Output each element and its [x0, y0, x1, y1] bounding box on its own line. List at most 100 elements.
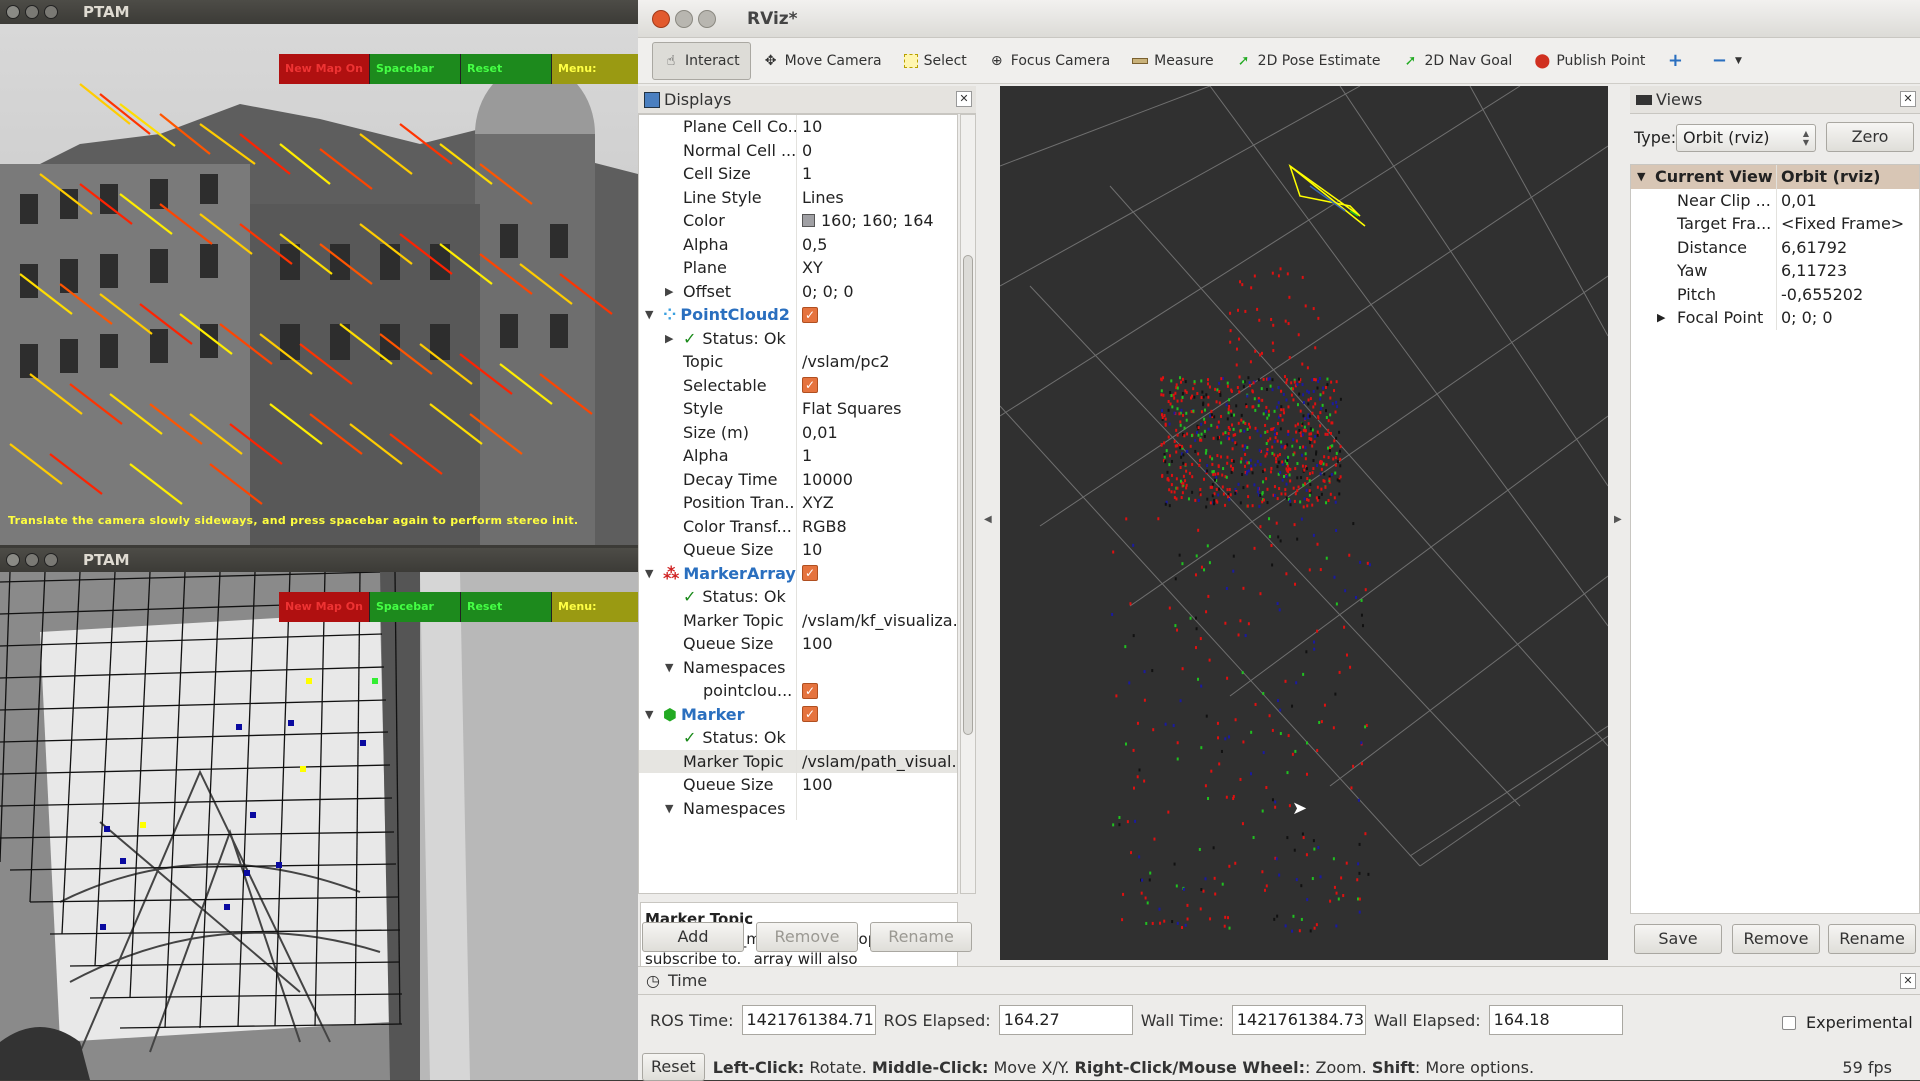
move-camera-tool-button[interactable]: ✥ Move Camera	[753, 42, 892, 80]
menu-button[interactable]: Menu:	[552, 54, 638, 84]
property-value[interactable]: 0,01	[797, 423, 957, 442]
view-property-row[interactable]: Near Clip ... 0,01	[1631, 188, 1919, 212]
property-value[interactable]: 100	[797, 775, 957, 794]
view-property-row[interactable]: ▶ Focal Point 0; 0; 0	[1631, 306, 1919, 330]
property-value[interactable]: XYZ	[797, 493, 957, 512]
tree-row-selected[interactable]: Marker Topic/vslam/path_visual...	[639, 749, 957, 773]
property-value[interactable]: <Fixed Frame>	[1777, 214, 1919, 233]
tree-row[interactable]: Color 160; 160; 164	[639, 209, 957, 233]
tree-row[interactable]: Selectable ✓	[639, 373, 957, 397]
minimize-window-button[interactable]	[675, 9, 693, 28]
view-property-row[interactable]: Pitch -0,655202	[1631, 282, 1919, 306]
close-window-button[interactable]	[6, 553, 20, 567]
property-value[interactable]: 1	[797, 164, 957, 183]
left-splitter-handle[interactable]: ◀	[982, 86, 996, 960]
expand-arrow-icon[interactable]: ▶	[665, 332, 673, 345]
property-value[interactable]: 0; 0; 0	[1777, 308, 1919, 327]
tree-row[interactable]: ▶ Offset 0; 0; 0	[639, 279, 957, 303]
property-value[interactable]: 10	[797, 540, 957, 559]
property-value[interactable]: 6,11723	[1777, 261, 1919, 280]
view-property-row[interactable]: Target Fra... <Fixed Frame>	[1631, 212, 1919, 236]
tree-row[interactable]: Plane Cell Co... 10	[639, 115, 957, 139]
nav-goal-tool-button[interactable]: ➚ 2D Nav Goal	[1393, 42, 1523, 80]
property-value[interactable]: 10	[797, 117, 957, 136]
publish-point-tool-button[interactable]: ⬤ Publish Point	[1524, 42, 1655, 80]
property-value[interactable]: 0,5	[797, 235, 957, 254]
property-value[interactable]: XY	[797, 258, 957, 277]
displays-scrollbar[interactable]	[960, 114, 976, 894]
remove-display-button[interactable]: Remove	[756, 922, 858, 952]
tree-row[interactable]: Color Transf... RGB8	[639, 514, 957, 538]
remove-tool-button[interactable]: − ▼	[1701, 42, 1759, 80]
spacebar-button[interactable]: Spacebar	[370, 592, 461, 622]
enabled-checkbox[interactable]: ✓	[797, 306, 957, 323]
tree-row[interactable]: Alpha 1	[639, 444, 957, 468]
expand-arrow-icon[interactable]: ▶	[1657, 311, 1665, 324]
ros-time-field[interactable]: 1421761384.71	[741, 1005, 876, 1035]
tree-row[interactable]: Queue Size 100	[639, 773, 957, 797]
tree-row[interactable]: Decay Time 10000	[639, 467, 957, 491]
add-tool-button[interactable]: +	[1657, 42, 1699, 80]
tree-row[interactable]: ▼ Namespaces	[639, 655, 957, 679]
close-icon[interactable]: ✕	[1900, 973, 1916, 989]
tree-row[interactable]: Line Style Lines	[639, 185, 957, 209]
tree-row[interactable]: Plane XY	[639, 256, 957, 280]
property-value[interactable]: 0; 0; 0	[797, 282, 957, 301]
tree-row[interactable]: Style Flat Squares	[639, 397, 957, 421]
wall-elapsed-field[interactable]: 164.18	[1488, 1005, 1623, 1035]
view-property-row[interactable]: Distance 6,61792	[1631, 235, 1919, 259]
property-value[interactable]: 160; 160; 164	[797, 211, 957, 230]
property-value[interactable]: /vslam/pc2	[797, 352, 957, 371]
reset-button[interactable]: Reset	[642, 1053, 705, 1081]
current-view-row[interactable]: ▼ Current View Orbit (rviz)	[1631, 165, 1919, 189]
collapse-arrow-icon[interactable]: ▼	[645, 308, 653, 321]
minimize-window-button[interactable]	[25, 553, 39, 567]
right-splitter-handle[interactable]: ▶	[1612, 86, 1626, 960]
tree-row[interactable]: Size (m) 0,01	[639, 420, 957, 444]
property-value[interactable]: /vslam/kf_visualiza...	[797, 611, 957, 630]
namespace-checkbox[interactable]: ✓	[797, 682, 957, 699]
tree-row[interactable]: ✓ Status: Ok	[639, 585, 957, 609]
remove-view-button[interactable]: Remove	[1732, 924, 1820, 954]
display-markerarray[interactable]: ▼ ⁂ MarkerArray ✓	[639, 561, 957, 585]
minimize-window-button[interactable]	[25, 5, 39, 19]
property-value[interactable]: 0,01	[1777, 191, 1919, 210]
maximize-window-button[interactable]	[698, 9, 716, 28]
reset-button[interactable]: Reset	[461, 592, 552, 622]
rename-display-button[interactable]: Rename	[870, 922, 972, 952]
selectable-checkbox[interactable]: ✓	[797, 377, 957, 394]
rename-view-button[interactable]: Rename	[1828, 924, 1916, 954]
maximize-window-button[interactable]	[44, 5, 58, 19]
maximize-window-button[interactable]	[44, 553, 58, 567]
enabled-checkbox[interactable]: ✓	[797, 706, 957, 723]
collapse-arrow-icon[interactable]: ▼	[1637, 170, 1645, 183]
scrollbar-thumb[interactable]	[963, 255, 973, 735]
property-value[interactable]: -0,655202	[1777, 285, 1919, 304]
tree-row[interactable]: Normal Cell ... 0	[639, 138, 957, 162]
spacebar-button[interactable]: Spacebar	[370, 54, 461, 84]
add-display-button[interactable]: Add	[642, 922, 744, 952]
property-value[interactable]: 100	[797, 634, 957, 653]
property-value[interactable]: 10000	[797, 470, 957, 489]
zero-view-button[interactable]: Zero	[1826, 122, 1914, 152]
close-window-button[interactable]	[6, 5, 20, 19]
ptam-camera-view[interactable]: New Map On Spacebar Reset Menu: Translat…	[0, 24, 638, 545]
close-icon[interactable]: ✕	[956, 91, 972, 107]
collapse-arrow-icon[interactable]: ▼	[645, 567, 653, 580]
3d-render-view[interactable]: ➤	[1000, 86, 1608, 960]
tree-row[interactable]: Marker Topic/vslam/kf_visualiza...	[639, 608, 957, 632]
expand-arrow-icon[interactable]: ▶	[665, 285, 673, 298]
wall-time-field[interactable]: 1421761384.73	[1231, 1005, 1366, 1035]
tree-row[interactable]: Alpha 0,5	[639, 232, 957, 256]
display-pointcloud2[interactable]: ▼ ⁘ PointCloud2 ✓	[639, 303, 957, 327]
property-value[interactable]: RGB8	[797, 517, 957, 536]
view-type-select[interactable]: Orbit (rviz) ▲ ▼	[1676, 124, 1816, 152]
property-value[interactable]: /vslam/path_visual...	[797, 752, 957, 771]
tree-row[interactable]: Cell Size 1	[639, 162, 957, 186]
tree-row[interactable]: Topic/vslam/pc2	[639, 350, 957, 374]
collapse-arrow-icon[interactable]: ▼	[645, 708, 653, 721]
experimental-checkbox[interactable]: Experimental	[1782, 1013, 1913, 1032]
checkbox-box[interactable]	[1782, 1015, 1796, 1030]
collapse-arrow-icon[interactable]: ▼	[665, 802, 673, 815]
reset-button[interactable]: Reset	[461, 54, 552, 84]
